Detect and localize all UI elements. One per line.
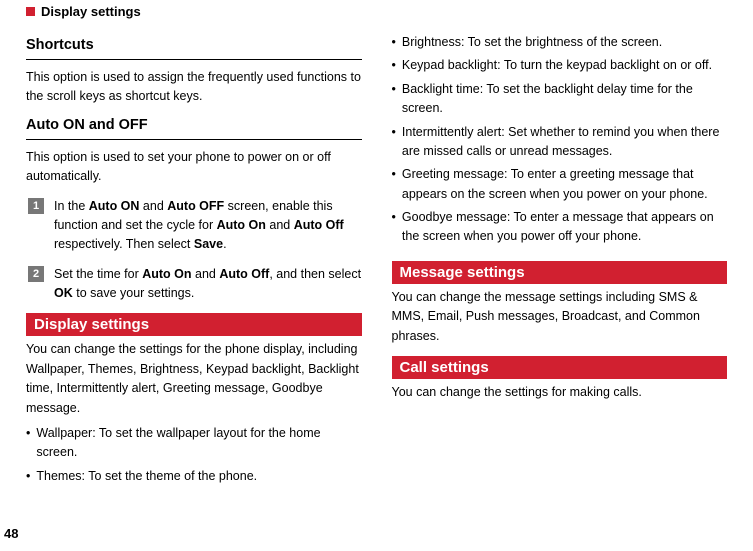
step-number-icon: 1 <box>28 198 44 214</box>
step-2-text: Set the time for Auto On and Auto Off, a… <box>54 265 362 304</box>
bullet-icon: • <box>26 467 30 486</box>
bullet-wallpaper: •Wallpaper: To set the wallpaper layout … <box>26 424 362 463</box>
step-2: 2 Set the time for Auto On and Auto Off,… <box>26 265 362 304</box>
step-1: 1 In the Auto ON and Auto OFF screen, en… <box>26 197 362 255</box>
content-columns: Shortcuts This option is used to assign … <box>26 33 727 503</box>
bullet-themes: •Themes: To set the theme of the phone. <box>26 467 362 486</box>
step-number-icon: 2 <box>28 266 44 282</box>
call-settings-banner: Call settings <box>392 356 728 379</box>
bullet-icon: • <box>26 424 30 463</box>
call-settings-text: You can change the settings for making c… <box>392 383 728 402</box>
bullet-icon: • <box>392 33 396 52</box>
bullet-greeting-message: •Greeting message: To enter a greeting m… <box>392 165 728 204</box>
header-square-icon <box>26 7 35 16</box>
bullet-icon: • <box>392 56 396 75</box>
display-settings-banner: Display settings <box>26 313 362 336</box>
divider <box>26 139 362 140</box>
bullet-backlight-time: •Backlight time: To set the backlight de… <box>392 80 728 119</box>
shortcuts-text: This option is used to assign the freque… <box>26 68 362 107</box>
bullet-goodbye-message: •Goodbye message: To enter a message tha… <box>392 208 728 247</box>
bullet-brightness: •Brightness: To set the brightness of th… <box>392 33 728 52</box>
bullet-icon: • <box>392 80 396 119</box>
page-number: 48 <box>4 526 18 541</box>
display-settings-intro: You can change the settings for the phon… <box>26 340 362 418</box>
step-1-text: In the Auto ON and Auto OFF screen, enab… <box>54 197 362 255</box>
bullet-intermittently-alert: •Intermittently alert: Set whether to re… <box>392 123 728 162</box>
auto-on-off-heading: Auto ON and OFF <box>26 117 362 133</box>
page-header: Display settings <box>26 4 727 19</box>
bullet-icon: • <box>392 165 396 204</box>
divider <box>26 59 362 60</box>
message-settings-text: You can change the message settings incl… <box>392 288 728 346</box>
message-settings-banner: Message settings <box>392 261 728 284</box>
bullet-icon: • <box>392 208 396 247</box>
bullet-keypad-backlight: •Keypad backlight: To turn the keypad ba… <box>392 56 728 75</box>
shortcuts-heading: Shortcuts <box>26 37 362 53</box>
header-title: Display settings <box>41 4 141 19</box>
auto-on-off-text: This option is used to set your phone to… <box>26 148 362 187</box>
bullet-icon: • <box>392 123 396 162</box>
